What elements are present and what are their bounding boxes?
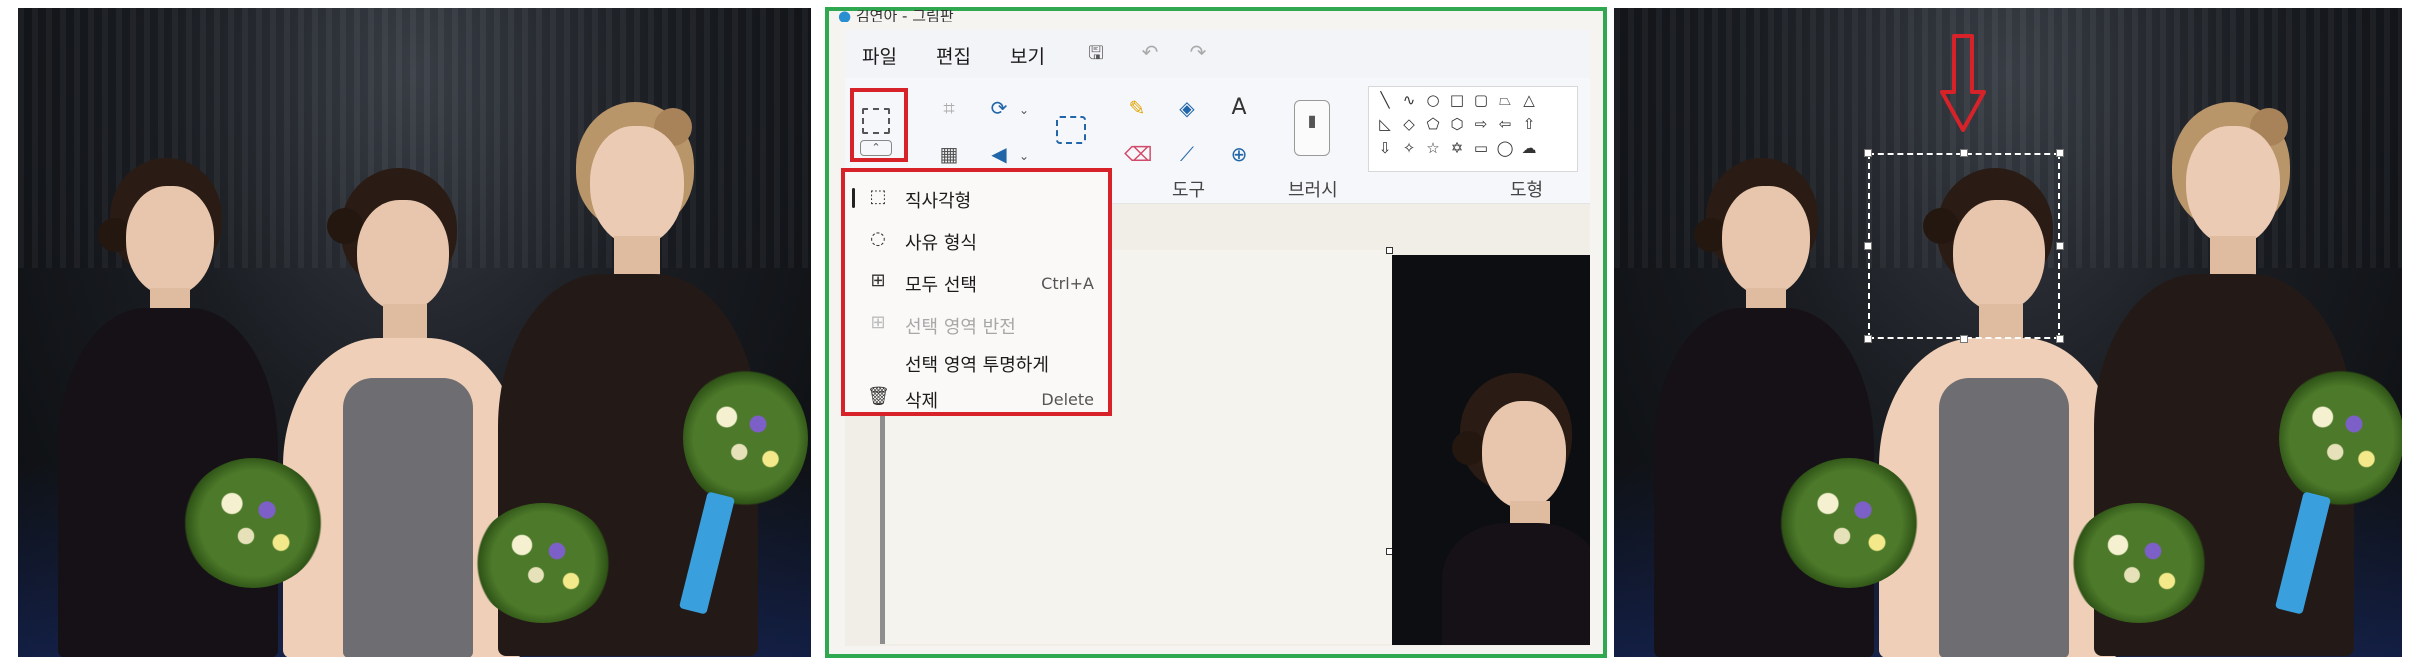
flip-icon[interactable]: ◀: [986, 142, 1012, 166]
polygon-shape-icon[interactable]: ⏢: [1493, 89, 1517, 111]
text-tool-icon[interactable]: A: [1226, 96, 1252, 120]
trash-icon: 🗑: [867, 386, 890, 407]
image-select-icon[interactable]: [1056, 116, 1086, 144]
star6-shape-icon[interactable]: ✡: [1445, 137, 1469, 159]
curve-shape-icon[interactable]: ∿: [1397, 89, 1421, 111]
rotate-icon[interactable]: ⟳: [986, 96, 1012, 120]
selection-dropdown-menu: ⬚ 직사각형 ◌ 사유 형식 ⊞ 모두 선택 Ctrl+A ⊞ 선택 영역 반전…: [841, 168, 1112, 416]
resize-icon[interactable]: ▦: [936, 142, 962, 166]
bouquet-left: [183, 458, 323, 588]
bouquet-center: [2069, 503, 2209, 623]
tools-group-label: 도구: [1172, 180, 1206, 201]
paint-app-icon: ●: [838, 10, 852, 22]
save-icon[interactable]: 🖫: [1084, 42, 1108, 66]
select-all-icon: ⊞: [870, 270, 886, 291]
invert-selection-icon: ⊞: [870, 312, 886, 333]
selection-handle-tm[interactable]: [1960, 149, 1968, 157]
brush-icon[interactable]: ▮: [1294, 100, 1330, 156]
menu-item-free-form-select[interactable]: ◌ 사유 형식: [845, 220, 1108, 260]
selection-handle-ml[interactable]: [1864, 242, 1872, 250]
menu-file[interactable]: 파일: [862, 42, 897, 69]
menu-edit[interactable]: 편집: [936, 42, 971, 69]
selection-handle-br[interactable]: [2056, 335, 2064, 343]
flip-chevron-icon[interactable]: ⌄: [1016, 144, 1032, 168]
original-photo: [18, 8, 811, 657]
arrow-right-shape-icon[interactable]: ⇨: [1469, 113, 1493, 135]
arrow-up-shape-icon[interactable]: ⇧: [1517, 113, 1541, 135]
arrow-left-shape-icon[interactable]: ⇦: [1493, 113, 1517, 135]
rectangle-selection[interactable]: [1868, 153, 2060, 339]
callout-rect-shape-icon[interactable]: ▭: [1469, 137, 1493, 159]
bouquet-center: [473, 503, 613, 623]
bouquet-right: [683, 368, 808, 508]
oval-shape-icon[interactable]: ○: [1421, 89, 1445, 111]
canvas-resize-handle-top[interactable]: [1386, 247, 1393, 254]
selection-handle-bm[interactable]: [1960, 335, 1968, 343]
pentagon-shape-icon[interactable]: ⬠: [1421, 113, 1445, 135]
canvas-image: [1392, 255, 1590, 645]
brushes-group-label: 브러시: [1288, 180, 1338, 201]
window-title-text: 김연아 - 그림판: [855, 10, 954, 22]
window-title: ● 김연아 - 그림판: [838, 10, 1590, 22]
magnifier-icon[interactable]: ⊕: [1226, 142, 1252, 166]
bouquet-left: [1779, 458, 1919, 588]
pencil-icon[interactable]: ✎: [1124, 96, 1150, 120]
undo-icon[interactable]: ↶: [1138, 40, 1162, 64]
diamond-shape-icon[interactable]: ◇: [1397, 113, 1421, 135]
selection-handle-bl[interactable]: [1864, 335, 1872, 343]
callout-oval-shape-icon[interactable]: ◯: [1493, 137, 1517, 159]
canvas-left-edge: [880, 412, 885, 644]
color-picker-icon[interactable]: ⟋: [1174, 142, 1200, 166]
star4-shape-icon[interactable]: ✧: [1397, 137, 1421, 159]
rotate-chevron-icon[interactable]: ⌄: [1016, 98, 1032, 122]
star5-shape-icon[interactable]: ☆: [1421, 137, 1445, 159]
redo-icon[interactable]: ↷: [1186, 40, 1210, 64]
crop-icon[interactable]: ⌗: [936, 96, 962, 120]
active-indicator: [852, 188, 855, 208]
callout-cloud-shape-icon[interactable]: ☁: [1517, 137, 1541, 159]
right-triangle-shape-icon[interactable]: ◺: [1373, 113, 1397, 135]
bouquet-right: [2279, 368, 2402, 508]
arrow-down-shape-icon[interactable]: ⇩: [1373, 137, 1397, 159]
rect-select-icon: ⬚: [869, 186, 887, 207]
selection-handle-tl[interactable]: [1864, 149, 1872, 157]
selection-tool-highlight: [850, 88, 908, 162]
menu-item-transparent-selection[interactable]: 선택 영역 투명하게: [845, 342, 1108, 382]
menu-item-delete[interactable]: 🗑 삭제 Delete: [845, 378, 1108, 418]
rounded-rect-shape-icon[interactable]: ▢: [1469, 89, 1493, 111]
selection-handle-tr[interactable]: [2056, 149, 2064, 157]
fill-icon[interactable]: ◈: [1174, 96, 1200, 120]
eraser-icon[interactable]: ⌫: [1124, 142, 1152, 166]
menu-item-rectangle-select[interactable]: ⬚ 직사각형: [845, 178, 1108, 218]
menu-view[interactable]: 보기: [1010, 42, 1045, 69]
rectangle-shape-icon[interactable]: □: [1445, 89, 1469, 111]
menu-item-select-all[interactable]: ⊞ 모두 선택 Ctrl+A: [845, 262, 1108, 302]
shapes-gallery[interactable]: ╲ ∿ ○ □ ▢ ⏢ △ ◺ ◇ ⬠ ⬡ ⇨ ⇦ ⇧ ⇩ ✧ ☆ ✡ ▭ ◯ …: [1368, 86, 1578, 172]
line-shape-icon[interactable]: ╲: [1373, 89, 1397, 111]
menu-item-invert-selection[interactable]: ⊞ 선택 영역 반전: [845, 304, 1108, 344]
hexagon-shape-icon[interactable]: ⬡: [1445, 113, 1469, 135]
free-form-select-icon: ◌: [870, 228, 886, 249]
shapes-group-label: 도형: [1510, 180, 1544, 201]
red-down-arrow-icon: [1940, 34, 1986, 132]
selection-handle-mr[interactable]: [2056, 242, 2064, 250]
triangle-shape-icon[interactable]: △: [1517, 89, 1541, 111]
